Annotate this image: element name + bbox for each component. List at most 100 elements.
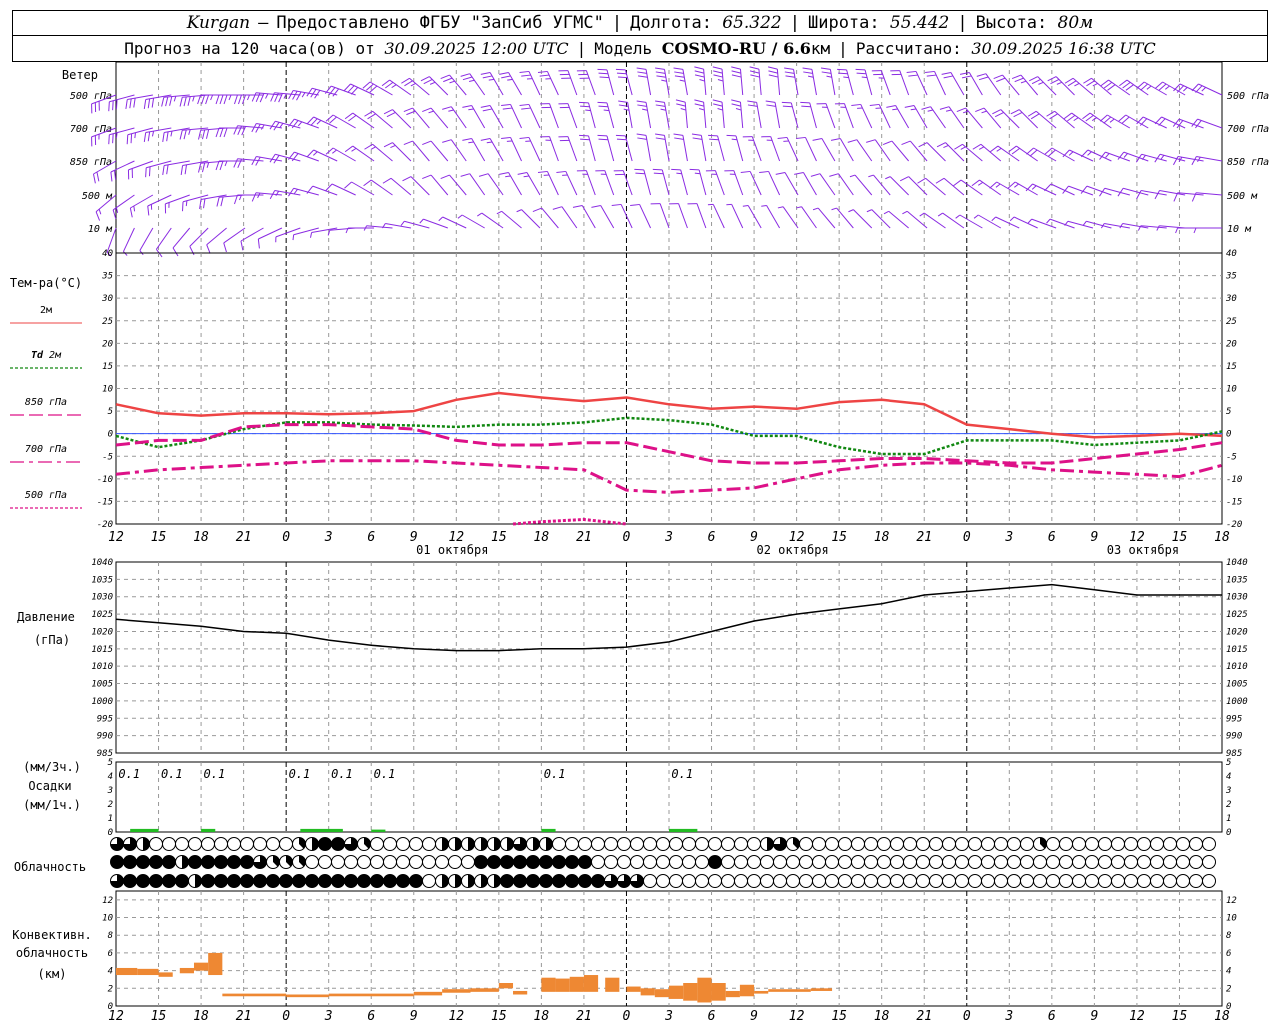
wind-barb-flag [766, 104, 776, 107]
wind-barb-flag [637, 71, 647, 74]
wind-barb [834, 103, 854, 129]
wind-barb-half-flag [919, 212, 925, 217]
wind-barb-flag [904, 104, 915, 108]
wind-barb-flag [899, 176, 909, 182]
cloud-cover-circle [1176, 874, 1190, 888]
wind-barb [306, 149, 338, 162]
y-tick-label-right: 1040 [1226, 558, 1248, 568]
precip-amount-label: 0.1 [544, 767, 566, 781]
cloud-cover-circle [1033, 855, 1047, 869]
wind-barb [812, 137, 836, 162]
wind-barb-half-flag [391, 84, 397, 89]
wind-barb-flag [731, 66, 741, 70]
convective-bar [442, 989, 471, 993]
wind-barb-flag [1049, 113, 1058, 120]
wind-barb [767, 66, 781, 96]
wind-barb-flag [803, 71, 813, 74]
cloud-cover-fill [110, 855, 124, 869]
wind-barb [519, 103, 541, 129]
cloud-cover-fill [279, 874, 293, 888]
wind-barb-flag [801, 105, 811, 108]
wind-barb-flag [637, 75, 648, 78]
wind-barb-flag [306, 87, 313, 97]
wind-barb-flag [652, 168, 663, 171]
wind-barb-flag [363, 179, 372, 187]
cloud-cover-fill [292, 874, 306, 888]
wind-barb-half-flag [777, 206, 784, 209]
cloud-cover-circle [669, 837, 683, 851]
wind-barb-half-flag [937, 212, 943, 217]
cloud-cover-fill [442, 837, 449, 851]
wind-barb [742, 136, 762, 162]
wind-barb-half-flag [468, 108, 474, 111]
x-tick-label: 18 [534, 530, 550, 545]
y-tick-label-right: -10 [1226, 475, 1242, 485]
wind-barb [122, 227, 135, 256]
y-tick-label-right: 3 [1225, 786, 1231, 796]
wind-barb-flag [713, 70, 723, 74]
wind-barb-half-flag [1082, 220, 1087, 226]
precip-amount-label: 0.1 [331, 767, 353, 781]
wind-barb [941, 71, 965, 96]
wind-barb-flag [1100, 79, 1109, 87]
wind-barb-flag [749, 66, 760, 70]
wind-barb-flag [830, 137, 841, 141]
wind-level-label-right: 500 м [1227, 191, 1258, 202]
wind-barb-flag [634, 168, 644, 171]
wind-barb-flag [597, 101, 608, 104]
wind-barb-flag [866, 139, 876, 143]
wind-barb-flag [636, 133, 647, 136]
convective-bar [116, 967, 138, 976]
wind-barb [288, 151, 319, 162]
legend-label: Td 2м [31, 350, 62, 361]
wind-barb-half-flag [496, 210, 502, 215]
x-tick-labels: 12 15 18 21 0 3 6 9 12 15 18 21 0 3 6 9 12 15 18 21 0 3 6 9 12 15… [108, 530, 1230, 545]
cloud-cover-fill [481, 874, 488, 888]
wind-barb-half-flag [316, 120, 322, 125]
wind-barb-flag [216, 197, 220, 207]
wind-barb-flag [767, 66, 778, 70]
wind-barb-half-flag [981, 110, 987, 114]
x-tick-label: 15 [491, 530, 507, 545]
cloud-cover-circle [799, 874, 813, 888]
wind-barb-flag [795, 136, 806, 140]
cloud-cover-circle [1124, 837, 1138, 851]
wind-barb-flag [598, 105, 609, 108]
cloud-cover-fill [383, 874, 397, 888]
wind-barb-flag [992, 109, 1002, 115]
wind-barb-half-flag [866, 209, 873, 213]
wind-barb-flag [519, 103, 530, 107]
wind-barb [363, 179, 393, 196]
convective-bar [541, 977, 556, 992]
wind-barb-half-flag [1156, 225, 1160, 231]
wind-barb-flag [630, 203, 640, 207]
cloud-cover-circle [1111, 837, 1125, 851]
cloud-cover-circle [162, 837, 176, 851]
wind-barb [147, 194, 172, 216]
wind-barb-flag [618, 100, 628, 103]
wind-barb [306, 116, 338, 129]
wind-barb [1100, 79, 1131, 96]
cloud-cover-fill [175, 874, 189, 888]
wind-barb-flag [532, 207, 542, 213]
wind-barb-flag [943, 75, 954, 79]
wind-barb [462, 137, 486, 162]
x-tick-label: 9 [750, 1009, 758, 1024]
wind-barb-flag [292, 90, 298, 100]
wind-barb-half-flag [807, 75, 814, 78]
cloud-cover-circle [799, 837, 813, 851]
wind-barb-flag [348, 114, 357, 122]
wind-barb-half-flag [170, 131, 173, 137]
wind-barb-flag [223, 242, 227, 253]
wind-barb-half-flag [224, 160, 228, 167]
cloud-cover-circle [448, 855, 462, 869]
wind-barb [344, 112, 375, 129]
precip-panel-label: Осадки [28, 779, 71, 793]
wind-barb-flag [765, 100, 776, 103]
x-tick-label: 18 [1214, 530, 1230, 545]
wind-barb-half-flag [1056, 81, 1063, 85]
cloud-cover-circle [396, 855, 410, 869]
wind-barb [777, 206, 799, 229]
precip-3h-label: (мм/3ч.) [23, 760, 81, 774]
wind-barb-flag [423, 78, 433, 85]
